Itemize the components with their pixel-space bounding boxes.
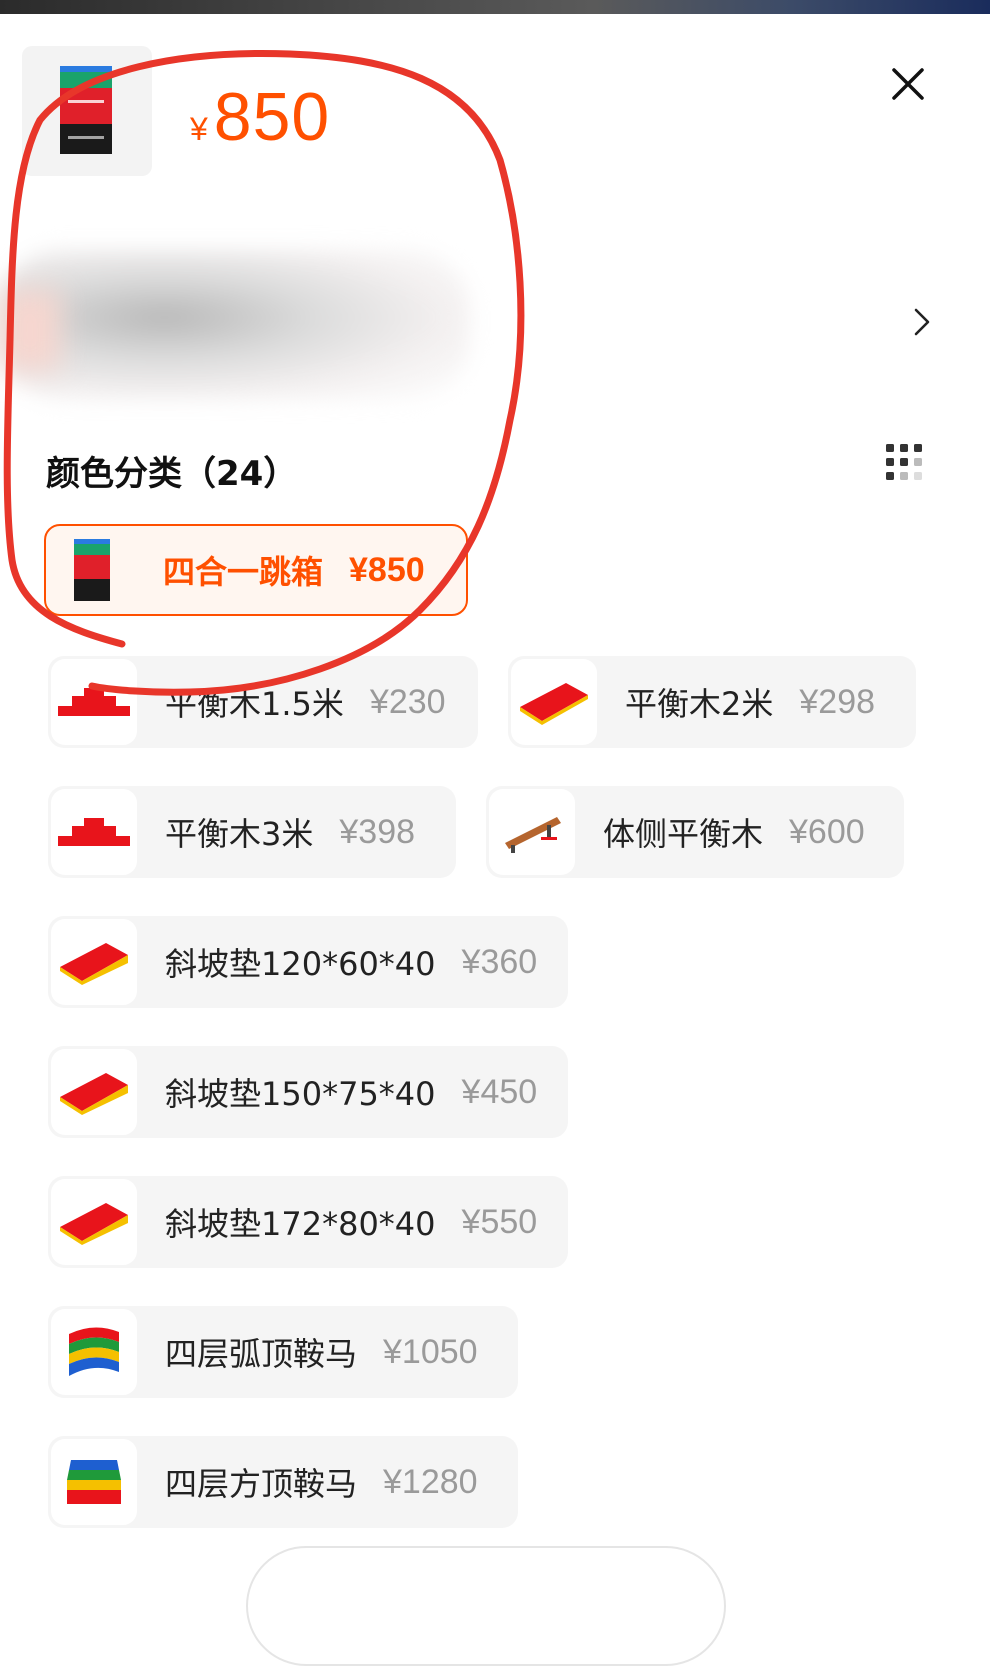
option-chip[interactable]: 四层弧顶鞍马 ¥1050 [48, 1306, 518, 1398]
option-name: 平衡木3米 [165, 815, 314, 853]
option-name: 四合一跳箱 [163, 553, 324, 591]
incline-mat-icon [60, 943, 128, 985]
option-image [51, 919, 137, 1005]
option-chip[interactable]: 斜坡垫150*75*40 ¥450 [48, 1046, 568, 1138]
balance-beam-mat-icon [520, 683, 588, 725]
option-image [51, 1309, 137, 1395]
option-chip-selected[interactable]: 四合一跳箱 ¥850 [44, 524, 468, 616]
product-thumbnail[interactable] [22, 46, 152, 176]
option-price: ¥298 [799, 682, 876, 721]
option-price: ¥600 [789, 812, 865, 851]
option-chip[interactable]: 四层方顶鞍马 ¥1280 [48, 1436, 518, 1528]
chevron-right-icon [914, 308, 930, 336]
option-image [511, 659, 597, 745]
option-price: ¥230 [369, 682, 446, 721]
price: ¥ 850 [190, 78, 330, 156]
option-price: ¥1050 [383, 1332, 478, 1371]
close-button[interactable] [888, 64, 928, 104]
option-name: 平衡木2米 [625, 685, 774, 723]
price-currency: ¥ [190, 111, 208, 147]
vaulting-horse-icon [69, 1327, 119, 1376]
option-image [51, 659, 137, 745]
option-price: ¥398 [339, 812, 416, 851]
option-name: 体侧平衡木 [603, 815, 764, 853]
option-name: 斜坡垫120*60*40 [165, 945, 436, 983]
option-name: 斜坡垫150*75*40 [165, 1075, 436, 1113]
blurred-info-row[interactable] [0, 230, 950, 410]
grid-view-toggle[interactable] [882, 440, 926, 484]
option-image [51, 1439, 137, 1525]
option-price: ¥550 [461, 1202, 538, 1241]
option-image [49, 527, 135, 613]
bottom-partial-element[interactable] [246, 1546, 726, 1666]
price-amount: 850 [213, 79, 331, 155]
option-chip[interactable]: 平衡木1.5米 ¥230 [48, 656, 478, 748]
close-icon [892, 68, 924, 100]
grid-icon [886, 444, 922, 480]
option-name: 四层方顶鞍马 [165, 1465, 358, 1503]
option-price: ¥1280 [383, 1462, 478, 1501]
option-image [51, 789, 137, 875]
option-chip[interactable]: 斜坡垫172*80*40 ¥550 [48, 1176, 568, 1268]
option-price: ¥360 [461, 942, 538, 981]
option-name: 斜坡垫172*80*40 [165, 1205, 436, 1243]
top-stripe [0, 0, 990, 14]
option-chip[interactable]: 斜坡垫120*60*40 ¥360 [48, 916, 568, 1008]
option-name: 四层弧顶鞍马 [165, 1335, 358, 1373]
option-chip[interactable]: 平衡木2米 ¥298 [508, 656, 916, 748]
jump-box-icon [60, 66, 112, 154]
option-image [489, 789, 575, 875]
vaulting-horse-icon [67, 1460, 121, 1504]
option-price: ¥850 [349, 550, 425, 589]
jump-box-icon [74, 539, 110, 601]
wooden-beam-icon [505, 817, 561, 853]
option-chip[interactable]: 平衡木3米 ¥398 [48, 786, 456, 878]
option-chip[interactable]: 体侧平衡木 ¥600 [486, 786, 904, 878]
redacted-content-edge [0, 290, 60, 370]
option-price: ¥450 [461, 1072, 538, 1111]
option-name: 平衡木1.5米 [165, 685, 344, 723]
incline-mat-icon [60, 1073, 128, 1115]
balance-beam-icon [58, 818, 130, 846]
redacted-content [0, 250, 470, 400]
color-category-title: 颜色分类（24） [46, 454, 298, 494]
option-image [51, 1049, 137, 1135]
incline-mat-icon [60, 1203, 128, 1245]
balance-beam-icon [58, 688, 130, 716]
option-image [51, 1179, 137, 1265]
